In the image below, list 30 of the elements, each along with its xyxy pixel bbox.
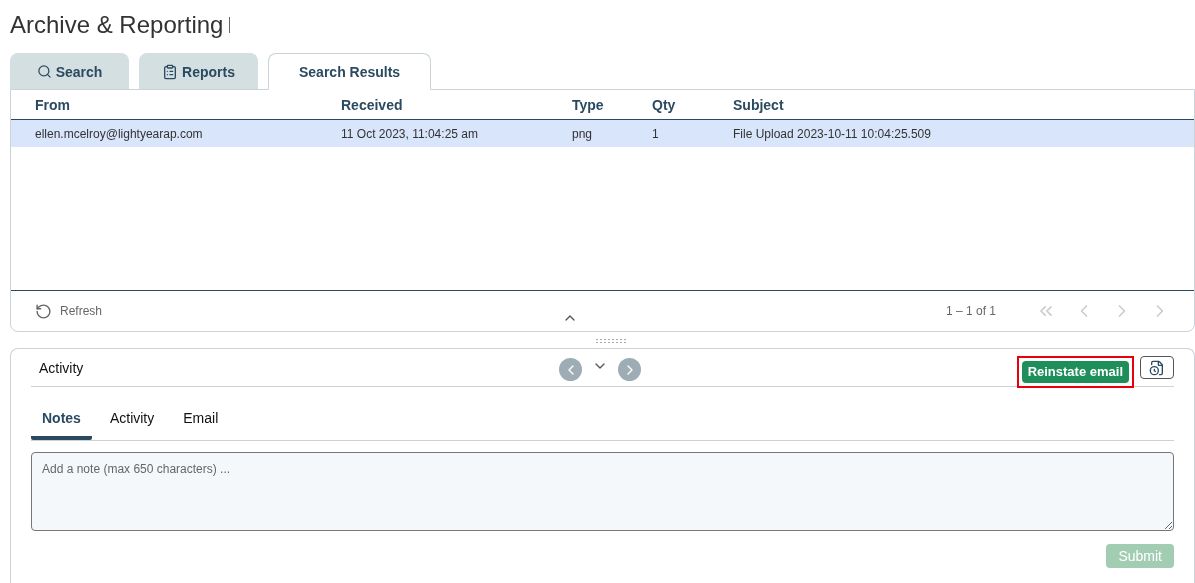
table-cell-text: ellen.mcelroy@lightyearap.com (35, 126, 204, 141)
file-clock-icon (1149, 359, 1165, 376)
table-cell-text: 1 (652, 126, 660, 141)
reinstate-button[interactable]: Reinstate email (1021, 360, 1129, 383)
table-row[interactable]: ellen.mcelroy@lightyearap.com 11 Oct 2023, 11:04:25 am png 1 File Upload 2023-10-11 10:04:25.509 (11, 120, 1194, 147)
column-header[interactable]: Type (572, 96, 652, 113)
search-icon (36, 64, 52, 79)
refresh-icon (35, 302, 52, 320)
clipboard-icon (162, 63, 179, 80)
previous-button[interactable] (559, 358, 582, 381)
tab[interactable]: Email (172, 408, 230, 440)
table-cell-text: File Upload 2023-10-11 10:04:25.509 (733, 126, 932, 141)
page-title: Archive & Reporting (10, 11, 224, 39)
column-header[interactable]: Received (341, 96, 572, 113)
note-field[interactable]: Add a note (max 650 characters) ... (31, 452, 1174, 531)
tab[interactable]: Search (10, 53, 129, 89)
tab[interactable]: Activity (98, 408, 166, 440)
table-cell-text: png (572, 126, 594, 141)
refresh-button[interactable]: Refresh (35, 302, 103, 320)
table-cell-text: 11 Oct 2023, 11:04:25 am (341, 126, 479, 141)
column-header[interactable]: Subject (733, 96, 1194, 113)
column-header[interactable]: From (35, 96, 341, 113)
page-range: 1 – 1 of 1 (945, 304, 996, 318)
panel-title: Activity (38, 359, 85, 376)
column-header[interactable]: Qty (652, 96, 733, 113)
history-button[interactable] (1140, 356, 1174, 379)
tab[interactable]: Notes (31, 408, 92, 440)
next-button[interactable] (618, 358, 641, 381)
tab[interactable]: Reports (139, 53, 258, 89)
tab[interactable]: Search Results (268, 53, 432, 90)
